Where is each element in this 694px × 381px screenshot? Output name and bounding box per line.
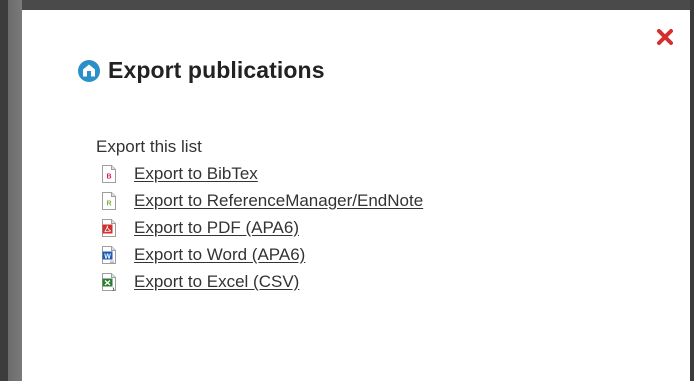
endnote-file-icon: R <box>102 191 116 210</box>
modal-header: Export publications <box>78 57 325 84</box>
bibtex-file-icon: B <box>102 164 116 183</box>
backdrop-left <box>0 0 22 381</box>
export-pdf-link[interactable]: Export to PDF (APA6) <box>134 218 299 238</box>
export-house-icon <box>78 59 100 82</box>
export-item-excel: Export to Excel (CSV) <box>96 270 423 293</box>
export-item-endnote: R Export to ReferenceManager/EndNote <box>96 189 423 212</box>
export-endnote-link[interactable]: Export to ReferenceManager/EndNote <box>134 191 423 211</box>
pdf-file-icon <box>102 218 116 237</box>
export-item-pdf: Export to PDF (APA6) <box>96 216 423 239</box>
export-item-word: W Export to Word (APA6) <box>96 243 423 266</box>
section-label: Export this list <box>96 137 202 156</box>
close-button[interactable] <box>654 26 676 48</box>
word-file-icon: W <box>102 245 116 264</box>
backdrop-right <box>690 0 694 381</box>
export-item-bibtex: B Export to BibTex <box>96 162 423 185</box>
export-modal: Export publications Export this list B E… <box>22 10 690 381</box>
export-bibtex-link[interactable]: Export to BibTex <box>134 164 258 184</box>
excel-file-icon <box>102 272 116 291</box>
page-title: Export publications <box>108 57 325 83</box>
export-section: Export this list B Export to BibTex R Ex… <box>96 137 423 297</box>
export-list: B Export to BibTex R Export to Reference… <box>96 162 423 293</box>
svg-text:W: W <box>104 253 111 260</box>
svg-text:R: R <box>106 200 111 207</box>
export-word-link[interactable]: Export to Word (APA6) <box>134 245 305 265</box>
close-icon <box>657 29 673 45</box>
svg-text:B: B <box>106 173 111 180</box>
export-excel-link[interactable]: Export to Excel (CSV) <box>134 272 299 292</box>
backdrop-top <box>0 0 694 10</box>
